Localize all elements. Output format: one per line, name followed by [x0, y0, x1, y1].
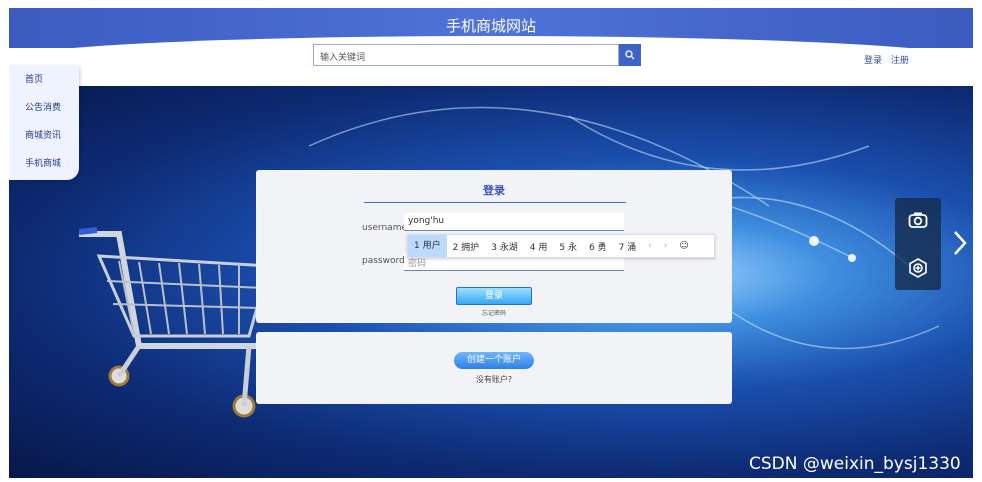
chevron-right-icon [954, 231, 967, 255]
site-title: 手机商城网站 [445, 17, 536, 35]
sidebar-item-news[interactable]: 商城资讯 [9, 122, 79, 150]
username-label: username: [362, 223, 411, 233]
ime-candidate[interactable]: 5 永 [553, 240, 583, 253]
screenshot-button[interactable] [906, 208, 930, 232]
register-card: 创建一个账户 没有账户? [256, 332, 732, 404]
login-button[interactable]: 登录 [456, 287, 532, 305]
register-link[interactable]: 注册 [891, 56, 909, 66]
forgot-password-link[interactable]: 忘记密码 [256, 308, 732, 317]
ime-candidate[interactable]: 3 永湖 [485, 240, 524, 253]
password-label: password: [362, 256, 408, 266]
search-button[interactable] [619, 44, 641, 66]
site-header: 手机商城网站 输入关键词 登录 注册 [9, 8, 973, 86]
sidebar-nav: 首页 公告消费 商城资讯 手机商城 [9, 66, 79, 180]
browser-viewport: 手机商城网站 输入关键词 登录 注册 首页 公告消费 商城资讯 手机商城 登录 … [9, 8, 973, 478]
create-account-button[interactable]: 创建一个账户 [454, 352, 534, 369]
ime-next-icon[interactable]: › [658, 241, 674, 251]
sidebar-item-phone-store[interactable]: 手机商城 [9, 150, 79, 178]
emoji-icon[interactable]: ☺ [673, 241, 694, 251]
camera-icon [908, 212, 928, 228]
username-field[interactable]: yong'hu [404, 213, 624, 231]
no-account-text: 没有账户? [475, 375, 513, 384]
lens-plus-icon [909, 258, 927, 278]
login-title: 登录 [483, 184, 505, 197]
watermark: CSDN @weixin_bysj1330 [749, 454, 961, 474]
floating-tool-panel [895, 198, 941, 290]
ime-candidate[interactable]: 2 拥护 [447, 240, 486, 253]
ime-candidate-bar: 1 用户 2 拥护 3 永湖 4 用 5 永 6 勇 7 涌 ‹ › ☺ [407, 234, 715, 258]
title-divider [364, 202, 626, 203]
ai-lens-button[interactable] [906, 256, 930, 280]
login-link[interactable]: 登录 [864, 56, 882, 66]
ime-candidate[interactable]: 4 用 [524, 240, 554, 253]
search-icon [625, 50, 635, 60]
next-slide-button[interactable] [953, 230, 967, 260]
sidebar-item-home[interactable]: 首页 [9, 66, 79, 94]
sidebar-item-announcements[interactable]: 公告消费 [9, 94, 79, 122]
ime-candidate[interactable]: 6 勇 [583, 240, 613, 253]
ime-prev-icon[interactable]: ‹ [642, 241, 658, 251]
search-input[interactable]: 输入关键词 [313, 44, 619, 66]
ime-candidate[interactable]: 1 用户 [408, 235, 447, 257]
auth-links: 登录 注册 [864, 53, 915, 66]
ime-candidate[interactable]: 7 涌 [613, 240, 643, 253]
